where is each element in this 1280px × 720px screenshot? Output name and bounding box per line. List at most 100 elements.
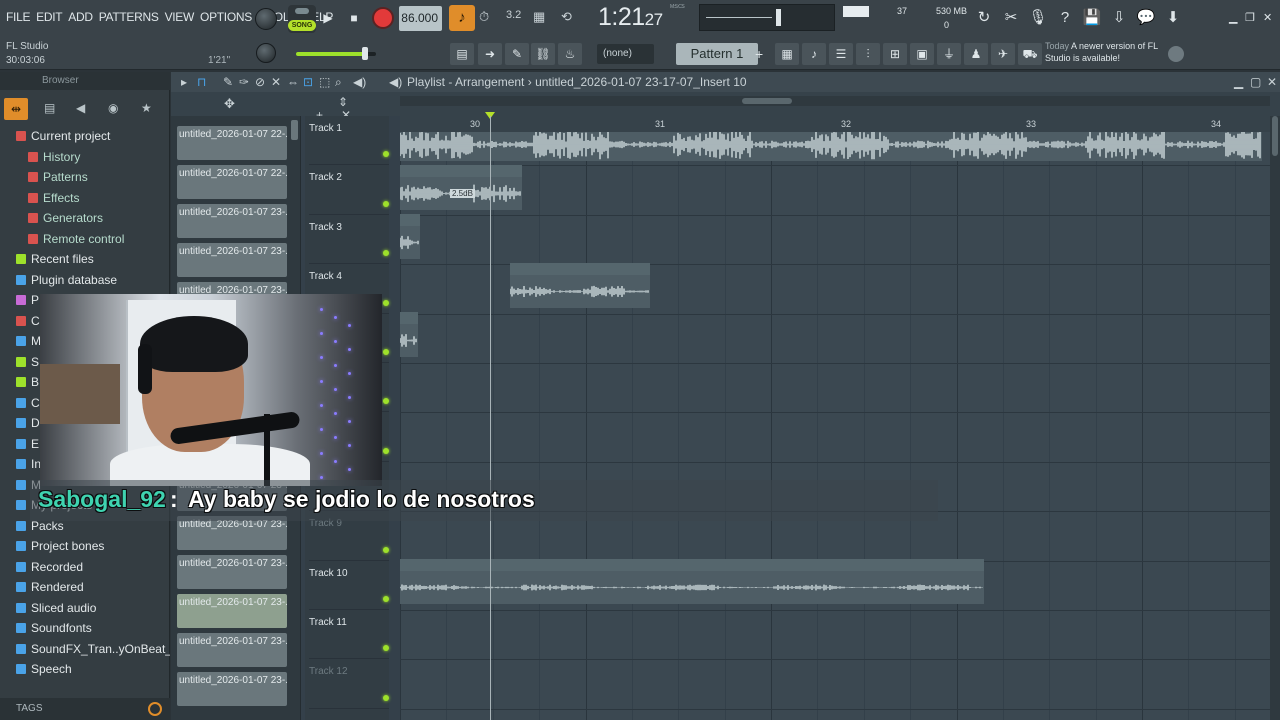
countdown-icon[interactable]: 3.2 xyxy=(506,9,521,21)
horizontal-scrollbar[interactable] xyxy=(400,96,1270,106)
tempo-display[interactable]: 86.000 xyxy=(399,6,442,31)
vertical-scrollbar[interactable] xyxy=(1270,116,1280,720)
browser-item[interactable]: Remote control xyxy=(0,229,170,250)
menu-file[interactable]: FILE xyxy=(6,10,30,24)
browser-speaker-icon[interactable]: ◀ xyxy=(76,101,85,115)
mic-icon[interactable]: 🎙 xyxy=(1027,7,1049,29)
paint-tool-icon[interactable]: ✑ xyxy=(239,72,249,92)
pattern-picker-item[interactable]: untitled_2026-01-07 22-... xyxy=(177,165,287,199)
slip-tool-icon[interactable]: ⇔ xyxy=(287,72,299,92)
track-mute-led[interactable] xyxy=(383,595,389,602)
menu-add[interactable]: ADD xyxy=(68,10,93,24)
mute-tool-icon[interactable]: ✕ xyxy=(271,72,281,92)
stop-button[interactable]: ■ xyxy=(342,6,366,30)
wait-for-input-icon[interactable]: ⏱ xyxy=(479,9,489,25)
audio-clip[interactable] xyxy=(400,214,420,259)
select-tool-icon[interactable]: ⬚ xyxy=(319,72,330,92)
audio-clip[interactable]: untitled_2026-..-49_Insert 10 2.5dB xyxy=(400,165,522,210)
pattern-picker-item[interactable]: untitled_2026-01-07 23-... xyxy=(177,672,287,706)
channel-rack-icon[interactable]: ☰ xyxy=(829,43,853,65)
browser-item[interactable]: Current project xyxy=(0,126,170,147)
track-mute-led[interactable] xyxy=(383,645,389,652)
browser-item[interactable]: History xyxy=(0,147,170,168)
song-position-clock[interactable]: 1:2127 M:S:CS xyxy=(598,3,696,33)
channel-routing-icon[interactable]: ⊞ xyxy=(883,43,907,65)
plugin-icon[interactable]: ⏚ xyxy=(937,43,961,65)
slice-tool-icon[interactable]: ⊡ xyxy=(303,72,313,92)
pattern-song-toggle[interactable]: SONG xyxy=(288,5,316,33)
pattern-picker-item[interactable]: untitled_2026-01-07 23-... xyxy=(177,243,287,277)
add-pattern-button[interactable]: + xyxy=(755,43,769,65)
browser-item[interactable]: Soundfonts xyxy=(0,618,170,639)
pattern-picker-item[interactable]: untitled_2026-01-07 23-... xyxy=(177,204,287,238)
mixer-icon[interactable]: ⫶ xyxy=(856,43,880,65)
window-maximize-icon[interactable]: ▢ xyxy=(1250,72,1261,92)
loop-record-icon[interactable]: ⟲ xyxy=(561,9,572,25)
track-mute-led[interactable] xyxy=(383,447,389,454)
pattern-none-dropdown[interactable]: (none) xyxy=(597,44,654,64)
cart-icon[interactable]: ⛟ xyxy=(1018,43,1042,65)
browser-star-icon[interactable]: ★ xyxy=(141,101,152,115)
menu-patterns[interactable]: PATTERNS xyxy=(99,10,159,24)
track-mute-led[interactable] xyxy=(383,546,389,553)
pattern-list-scroll-thumb[interactable] xyxy=(291,120,298,140)
delete-tool-icon[interactable]: ⊘ xyxy=(255,72,265,92)
track-mute-led[interactable] xyxy=(383,398,389,405)
browser-item[interactable]: Patterns xyxy=(0,167,170,188)
search-icon[interactable] xyxy=(148,702,162,716)
download-icon[interactable]: ⬇ xyxy=(1162,7,1184,29)
browser-item[interactable]: Sliced audio xyxy=(0,598,170,619)
pattern-picker-item[interactable]: untitled_2026-01-07 22-... xyxy=(177,126,287,160)
volume-thumb[interactable] xyxy=(362,47,368,60)
window-minimize-icon[interactable]: ▁ xyxy=(1234,72,1243,92)
main-volume-slider[interactable] xyxy=(296,47,376,60)
track-header[interactable]: Track 3 xyxy=(309,215,389,265)
menu-edit[interactable]: EDIT xyxy=(36,10,62,24)
audio-clip[interactable]: untitled_2026-01..22-12_Insert 10 xyxy=(510,263,650,308)
playback-tool-icon[interactable]: ◀) xyxy=(353,72,366,92)
track-mute-led[interactable] xyxy=(383,200,389,207)
vertical-scroll-thumb[interactable] xyxy=(1272,116,1278,156)
playlist-icon[interactable]: ▦ xyxy=(775,43,799,65)
metronome-icon[interactable]: ♪ xyxy=(449,5,475,31)
save-icon[interactable]: 💾 xyxy=(1081,7,1103,29)
audio-clip[interactable]: untitled_2026-01-07 23-08-26_Insert 9 xyxy=(400,559,984,604)
pattern-picker-item[interactable]: untitled_2026-01-07 23-... xyxy=(177,594,287,628)
pattern-picker-item[interactable]: untitled_2026-01-07 23-... xyxy=(177,516,287,550)
track-mute-led[interactable] xyxy=(383,694,389,701)
minimize-icon[interactable]: ▁ xyxy=(1229,11,1237,24)
restore-icon[interactable]: ❐ xyxy=(1245,11,1255,24)
browser-item[interactable]: Plugin database xyxy=(0,270,170,291)
piano-roll-icon[interactable]: ♪ xyxy=(802,43,826,65)
pattern-selector[interactable]: Pattern 1 xyxy=(676,43,758,65)
record-button[interactable] xyxy=(374,9,392,27)
tempo-tapper-icon[interactable]: ✈ xyxy=(991,43,1015,65)
browser-item[interactable]: Rendered xyxy=(0,577,170,598)
pattern-picker-item[interactable]: untitled_2026-01-07 23-... xyxy=(177,633,287,667)
track-mute-led[interactable] xyxy=(383,151,389,158)
track-header[interactable]: Track 10 xyxy=(309,561,389,610)
export-icon[interactable]: ⇩ xyxy=(1108,7,1130,29)
play-arrow-icon[interactable]: ▸ xyxy=(181,72,187,92)
stamp-icon[interactable]: ♨ xyxy=(558,43,582,65)
menu-options[interactable]: OPTIONS xyxy=(200,10,252,24)
audio-clip[interactable] xyxy=(400,312,418,357)
window-close-icon[interactable]: ✕ xyxy=(1267,72,1277,92)
menu-view[interactable]: VIEW xyxy=(165,10,195,24)
help-icon[interactable]: ? xyxy=(1054,7,1076,29)
arrow-icon[interactable]: ➜ xyxy=(478,43,502,65)
track-header[interactable]: Track 1 xyxy=(309,116,389,166)
browser-item[interactable]: SoundFX_Tran..yOnBeat_com xyxy=(0,639,170,660)
track-header[interactable]: Track 2 xyxy=(309,165,389,215)
master-volume-knob[interactable] xyxy=(255,8,277,30)
browser-all-icon[interactable]: ⇹ xyxy=(4,98,28,120)
undo-history-icon[interactable]: ↻ xyxy=(973,7,995,29)
track-mute-led[interactable] xyxy=(383,299,389,306)
master-pitch-knob[interactable] xyxy=(256,43,276,63)
touch-controller-icon[interactable]: ♟ xyxy=(964,43,988,65)
track-header[interactable]: Track 11 xyxy=(309,610,389,660)
move-icon[interactable]: ✥ xyxy=(224,96,235,112)
news-panel[interactable]: Today A newer version of FL Studio is av… xyxy=(1045,40,1163,64)
browser-item[interactable]: Generators xyxy=(0,208,170,229)
browser-icon[interactable]: ▣ xyxy=(910,43,934,65)
